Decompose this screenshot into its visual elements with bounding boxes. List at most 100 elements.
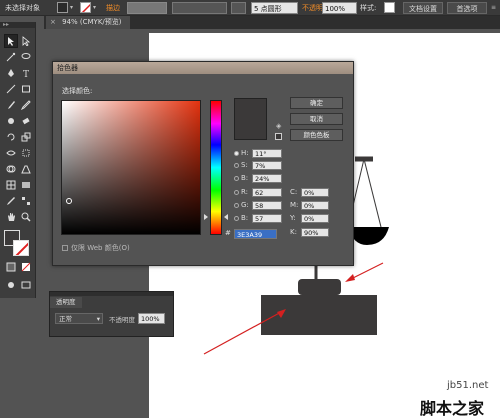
blob-brush-tool-icon[interactable] xyxy=(4,114,18,128)
variable-width-field[interactable] xyxy=(172,2,227,14)
none-mode-icon[interactable] xyxy=(19,260,33,274)
hand-tool-icon[interactable] xyxy=(4,210,18,224)
stroke-dropdown-icon[interactable]: ▾ xyxy=(93,2,96,14)
panel-grip[interactable] xyxy=(50,292,173,296)
perspective-grid-tool-icon[interactable] xyxy=(19,162,33,176)
chevron-down-icon: ▾ xyxy=(96,315,100,323)
saturation-brightness-field[interactable] xyxy=(61,100,201,235)
yellow-field-row[interactable]: Y: 0% xyxy=(290,214,350,224)
line-tool-icon[interactable] xyxy=(4,82,18,96)
panel-menu-icon[interactable]: ≡ xyxy=(491,2,496,14)
free-transform-tool-icon[interactable] xyxy=(19,146,33,160)
draw-mode-icon[interactable] xyxy=(4,278,18,292)
black-field-row[interactable]: K: 90% xyxy=(290,228,350,238)
stroke-color-swatch[interactable] xyxy=(80,2,91,13)
brightness-input[interactable]: 24% xyxy=(252,174,282,183)
gradient-tool-icon[interactable] xyxy=(19,178,33,192)
dialog-title[interactable]: 拾色器 xyxy=(53,62,353,74)
cyan-field-row[interactable]: C: 0% xyxy=(290,188,350,198)
red-field-row[interactable]: R: 62 xyxy=(234,188,294,198)
document-setup-button[interactable]: 文档设置 xyxy=(403,2,443,14)
hue-slider[interactable] xyxy=(210,100,222,235)
rotate-tool-icon[interactable] xyxy=(4,130,18,144)
web-safe-swatch[interactable] xyxy=(275,133,282,140)
tools-panel-grip[interactable]: ▸▸ xyxy=(0,22,35,28)
hue-input[interactable]: 11° xyxy=(252,149,282,158)
control-bar: 未选择对象 ▾ ▾ 描边 5 点圆形 不透明度 100% 样式: 文档设置 首选… xyxy=(0,0,500,16)
saturation-field-row[interactable]: S: 7% xyxy=(234,161,294,171)
stroke-swatch[interactable] xyxy=(13,240,29,256)
hue-slider-handle-right[interactable] xyxy=(224,214,228,220)
stroke-label[interactable]: 描边 xyxy=(106,2,120,14)
screen-mode-icon[interactable] xyxy=(19,278,33,292)
close-tab-icon[interactable]: × xyxy=(50,18,56,26)
red-input[interactable]: 62 xyxy=(252,188,282,197)
color-cursor[interactable] xyxy=(66,198,72,204)
brush-definition-field[interactable]: 5 点圆形 xyxy=(251,2,298,14)
zoom-tool-icon[interactable] xyxy=(19,210,33,224)
type-tool-icon[interactable]: T xyxy=(19,66,33,80)
saturation-radio[interactable] xyxy=(234,162,239,168)
out-of-gamut-icon[interactable]: ◈ xyxy=(276,122,281,130)
saturation-input[interactable]: 7% xyxy=(252,161,282,170)
scale-pan xyxy=(347,156,389,245)
mesh-tool-icon[interactable] xyxy=(4,178,18,192)
rectangle-tool-icon[interactable] xyxy=(19,82,33,96)
checkbox-icon[interactable] xyxy=(62,245,68,251)
ok-button[interactable]: 确定 xyxy=(290,97,343,109)
cyan-input[interactable]: 0% xyxy=(301,188,329,197)
watermark-url: jb51.net xyxy=(447,380,489,391)
direct-selection-tool-icon[interactable] xyxy=(19,34,33,48)
green-input[interactable]: 58 xyxy=(252,201,282,210)
blue-radio[interactable] xyxy=(234,215,239,221)
pencil-tool-icon[interactable] xyxy=(19,98,33,112)
document-tab-title: 94% (CMYK/预览) xyxy=(62,18,122,26)
blue-input[interactable]: 57 xyxy=(252,214,282,223)
magic-wand-tool-icon[interactable] xyxy=(4,50,18,64)
hex-input[interactable]: 3E3A39 xyxy=(234,229,277,239)
color-swatches-button[interactable]: 颜色色板 xyxy=(290,129,343,141)
magenta-field-row[interactable]: M: 0% xyxy=(290,201,350,211)
black-input[interactable]: 90% xyxy=(301,228,329,237)
brightness-radio[interactable] xyxy=(234,175,239,181)
hue-slider-handle-left[interactable] xyxy=(204,214,208,220)
blend-mode-select[interactable]: 正常 ▾ xyxy=(55,313,103,324)
brightness-field-row[interactable]: B: 24% xyxy=(234,174,294,184)
yellow-input[interactable]: 0% xyxy=(301,214,329,223)
width-tool-icon[interactable] xyxy=(4,146,18,160)
eyedropper-tool-icon[interactable] xyxy=(4,194,18,208)
stroke-weight-field[interactable] xyxy=(127,2,167,14)
fill-color-swatch[interactable] xyxy=(57,2,68,13)
green-field-row[interactable]: G: 58 xyxy=(234,201,294,211)
opacity-field[interactable]: 100% xyxy=(322,2,357,14)
hue-field-row[interactable]: H: 11° xyxy=(234,149,294,159)
shape-builder-tool-icon[interactable] xyxy=(4,162,18,176)
web-only-checkbox[interactable]: 仅限 Web 颜色(O) xyxy=(62,243,130,253)
opacity-input[interactable]: 100% xyxy=(138,313,165,324)
pen-tool-icon[interactable] xyxy=(4,66,18,80)
blend-tool-icon[interactable] xyxy=(19,194,33,208)
opacity-label: 不透明度 xyxy=(109,316,135,324)
color-mode-icon[interactable] xyxy=(4,260,18,274)
style-swatch[interactable] xyxy=(384,2,395,13)
hue-radio[interactable] xyxy=(234,150,239,156)
hex-label: # xyxy=(225,229,231,237)
blue-field-row[interactable]: B: 57 xyxy=(234,214,294,224)
color-preview xyxy=(234,98,267,140)
cancel-button[interactable]: 取消 xyxy=(290,113,343,125)
preferences-button[interactable]: 首选项 xyxy=(447,2,487,14)
tools-panel: ▸▸ T xyxy=(0,22,36,298)
magenta-input[interactable]: 0% xyxy=(301,201,329,210)
width-dropdown[interactable] xyxy=(231,2,246,14)
green-radio[interactable] xyxy=(234,202,239,208)
eraser-tool-icon[interactable] xyxy=(19,114,33,128)
scale-base xyxy=(261,295,377,335)
red-radio[interactable] xyxy=(234,189,239,195)
transparency-tab[interactable]: 透明度 xyxy=(50,297,82,308)
lasso-tool-icon[interactable] xyxy=(19,50,33,64)
paintbrush-tool-icon[interactable] xyxy=(4,98,18,112)
scale-tool-icon[interactable] xyxy=(19,130,33,144)
fill-dropdown-icon[interactable]: ▾ xyxy=(70,2,73,14)
selection-tool-icon[interactable] xyxy=(4,34,18,48)
document-tab[interactable]: × 94% (CMYK/预览) xyxy=(46,16,130,29)
